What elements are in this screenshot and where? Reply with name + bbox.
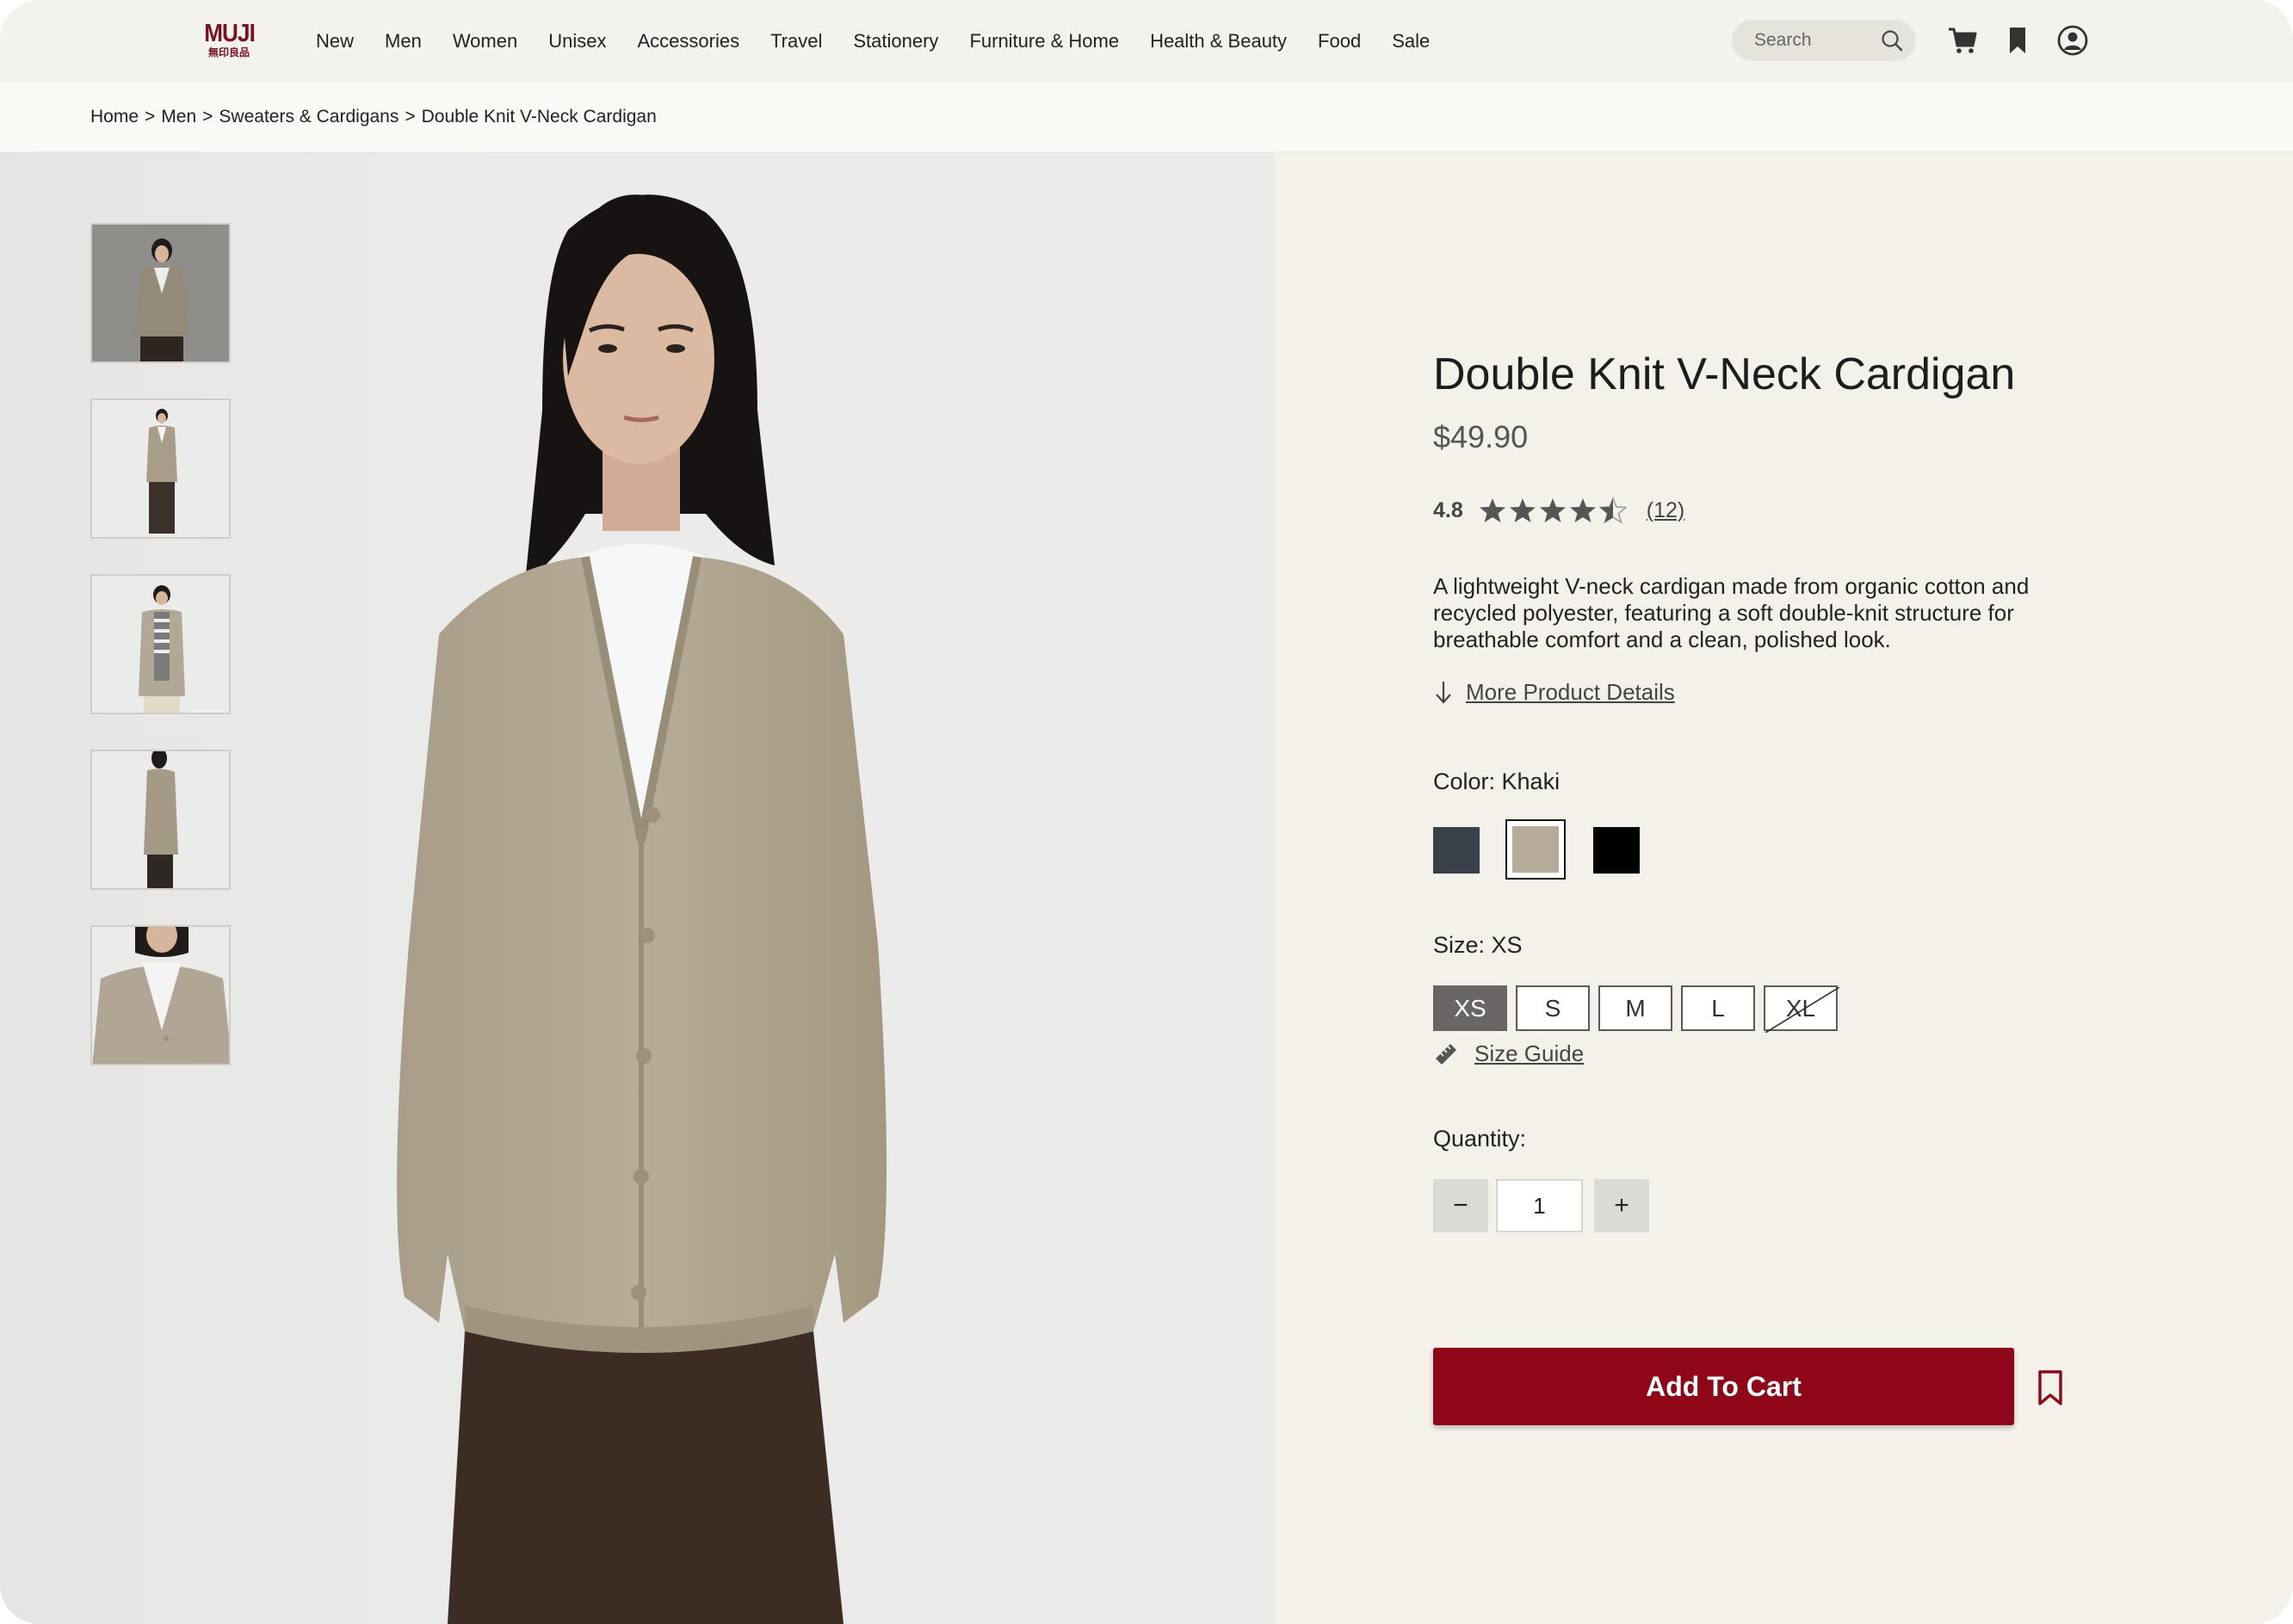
product-title: Double Knit V-Neck Cardigan (1433, 349, 2016, 399)
size-option-l[interactable]: L (1681, 985, 1755, 1031)
arrow-down-icon (1436, 682, 1451, 704)
cart-icon[interactable] (1946, 24, 1979, 57)
color-label: Color: Khaki (1433, 769, 1561, 794)
nav-new[interactable]: New (316, 30, 354, 52)
nav-sale[interactable]: Sale (1392, 30, 1430, 52)
product-description: A lightweight V-neck cardigan made from … (1433, 573, 2030, 652)
size-selector: XS S M L XL (1433, 985, 1846, 1033)
color-swatch-khaki[interactable] (1505, 819, 1566, 880)
more-product-details-link[interactable]: More Product Details (1433, 678, 1675, 706)
star-icon (1539, 498, 1566, 522)
size-option-xs[interactable]: XS (1433, 985, 1507, 1031)
size-option-m[interactable]: M (1598, 985, 1672, 1031)
review-count-link[interactable]: (12) (1647, 498, 1684, 523)
quantity-label: Quantity: (1433, 1126, 1527, 1152)
breadcrumb-separator: > (145, 107, 156, 127)
star-icon (1569, 498, 1596, 522)
muji-logo[interactable]: MUJI 無印良品 (201, 21, 256, 60)
save-bookmark-icon[interactable] (2036, 1369, 2065, 1407)
strikethrough-icon (1765, 987, 1839, 1033)
search-box (1732, 20, 1916, 61)
nav-travel[interactable]: Travel (770, 30, 822, 52)
color-swatch-black[interactable] (1593, 827, 1640, 874)
color-swatch-navy[interactable] (1433, 827, 1480, 874)
main-product-image[interactable] (327, 152, 1102, 1624)
breadcrumb-home[interactable]: Home (90, 107, 139, 127)
nav-women[interactable]: Women (453, 30, 517, 52)
nav-men[interactable]: Men (385, 30, 422, 52)
thumbnail-3[interactable] (90, 574, 231, 714)
nav-unisex[interactable]: Unisex (548, 30, 606, 52)
breadcrumb-bar: Home > Men > Sweaters & Cardigans > Double Kni… (0, 83, 2293, 152)
ruler-icon (1436, 1043, 1456, 1065)
thumbnail-image (92, 400, 229, 537)
top-navigation-bar: MUJI 無印良品 New Men Women Unisex Accessori… (0, 0, 2293, 83)
breadcrumb-separator: > (202, 107, 213, 127)
star-icon (1509, 498, 1536, 522)
nav-accessories[interactable]: Accessories (637, 30, 739, 52)
product-info-panel: Double Knit V-Neck Cardigan $49.90 4.8 (… (1275, 152, 2293, 1624)
rating-score: 4.8 (1433, 497, 1463, 522)
nav-food[interactable]: Food (1318, 30, 1361, 52)
logo-text: MUJI (204, 20, 256, 47)
thumbnail-image (92, 576, 229, 713)
quantity-increment-button[interactable]: + (1594, 1179, 1649, 1232)
nav-furniture-home[interactable]: Furniture & Home (969, 30, 1119, 52)
product-gallery (0, 152, 1275, 1624)
thumbnail-5[interactable] (90, 925, 231, 1065)
nav-health-beauty[interactable]: Health & Beauty (1150, 30, 1287, 52)
color-swatch-khaki-fill (1512, 826, 1559, 873)
size-guide-link[interactable]: Size Guide (1433, 1040, 1584, 1067)
quantity-decrement-button[interactable]: − (1433, 1179, 1488, 1232)
search-input[interactable] (1754, 27, 1875, 54)
breadcrumb-sweaters-cardigans[interactable]: Sweaters & Cardigans (219, 107, 399, 127)
rating-stars (1479, 497, 1629, 524)
product-rating: 4.8 (12) (1433, 497, 1684, 524)
bookmark-icon[interactable] (2001, 24, 2034, 57)
search-icon[interactable] (1880, 28, 1904, 52)
breadcrumb-men[interactable]: Men (161, 107, 196, 127)
quantity-input[interactable] (1496, 1179, 1583, 1232)
thumbnail-4[interactable] (90, 750, 231, 890)
main-nav: New Men Women Unisex Accessories Travel … (316, 26, 1461, 57)
size-guide-label: Size Guide (1474, 1040, 1585, 1066)
thumbnail-image (92, 225, 229, 361)
account-icon[interactable] (2056, 24, 2089, 57)
add-to-cart-button[interactable]: Add To Cart (1433, 1348, 2014, 1425)
breadcrumb-separator: > (405, 107, 416, 127)
size-option-s[interactable]: S (1516, 985, 1590, 1031)
page-frame: MUJI 無印良品 New Men Women Unisex Accessori… (0, 0, 2293, 1624)
product-price: $49.90 (1433, 419, 1529, 454)
size-option-xl-unavailable[interactable]: XL (1764, 985, 1839, 1033)
nav-stationery[interactable]: Stationery (853, 30, 938, 52)
more-product-details-label: More Product Details (1466, 678, 1675, 705)
thumbnail-image (92, 751, 229, 888)
half-star-icon (1598, 497, 1627, 524)
breadcrumb-current: Double Knit V-Neck Cardigan (421, 107, 657, 127)
size-label: Size: XS (1433, 932, 1523, 958)
logo-subtext: 無印良品 (207, 46, 250, 59)
thumbnail-1[interactable] (90, 223, 231, 363)
breadcrumb: Home > Men > Sweaters & Cardigans > Double Kni… (90, 107, 657, 127)
thumbnail-2[interactable] (90, 398, 231, 539)
thumbnail-image (92, 927, 229, 1064)
star-icon (1479, 498, 1505, 522)
